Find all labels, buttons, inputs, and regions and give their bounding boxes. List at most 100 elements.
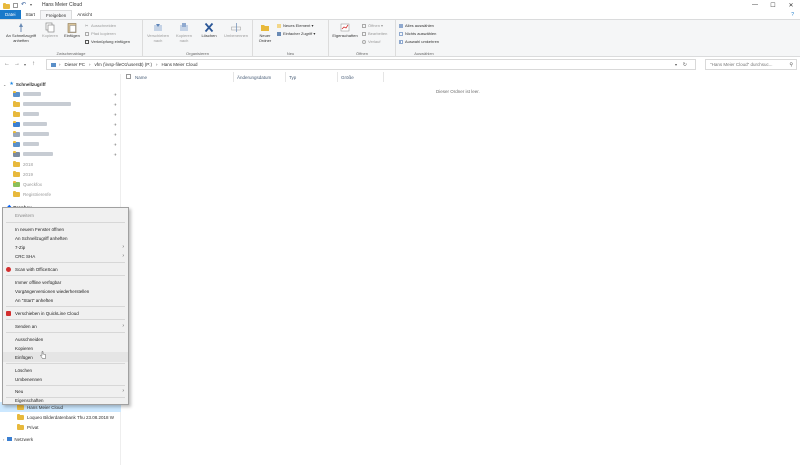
breadcrumb-sep[interactable]: › [156, 62, 158, 67]
paste-shortcut-button[interactable]: Verknüpfung einfügen [85, 39, 130, 44]
select-none-button[interactable]: Nichts auswählen [399, 31, 436, 36]
address-field[interactable]: › Dieser PC › vfm (\\vsp-fileO1\users$) … [46, 59, 696, 70]
pin-icon[interactable]: ✈ [114, 152, 117, 157]
breadcrumb-this-pc[interactable]: Dieser PC [65, 62, 86, 67]
menu-item-label: Scan with OfficeScan [15, 266, 58, 272]
invert-selection-label: Auswahl umkehren [405, 39, 440, 44]
properties-button[interactable]: Eigenschaften [330, 22, 360, 39]
menu-item-label: Vorgängerversionen wiederherstellen [15, 288, 90, 294]
menu-item-send-to[interactable]: Senden an › [3, 321, 128, 331]
forward-arrow-icon[interactable]: → [14, 61, 20, 67]
expand-arrow-icon[interactable]: › [3, 437, 4, 442]
menu-item-paste[interactable]: Einfügen [3, 352, 128, 362]
nav-item[interactable]: ✈ [0, 129, 121, 139]
nav-item[interactable]: 2018 [0, 159, 121, 169]
nav-privat[interactable]: Privat [0, 422, 121, 432]
open-button[interactable]: Öffnen ▾ [362, 23, 383, 28]
move-to-button[interactable]: Verschieben nach [146, 22, 170, 43]
column-header-name[interactable]: Name [132, 72, 234, 82]
tab-file[interactable]: Datei [0, 10, 21, 19]
nav-loqueo[interactable]: Loqueo Bilderdatenbank Thu 23.08.2018 W [0, 412, 121, 422]
nav-item[interactable]: 2019 [0, 169, 121, 179]
menu-item-crc-sha[interactable]: CRC SHA › [3, 251, 128, 261]
copy-path-button[interactable]: Pfad kopieren [85, 31, 116, 36]
minimize-button[interactable]: — [746, 0, 764, 10]
refresh-icon[interactable]: ↻ [683, 62, 687, 68]
recent-dropdown-icon[interactable]: ▾ [24, 62, 26, 67]
column-header-size[interactable]: Größe [338, 72, 384, 82]
maximize-button[interactable]: ☐ [764, 0, 782, 10]
pin-icon[interactable]: ✈ [114, 112, 117, 117]
breadcrumb-sep[interactable]: › [89, 62, 91, 67]
pin-icon[interactable]: ✈ [114, 122, 117, 127]
menu-separator [6, 262, 125, 263]
help-icon[interactable]: ? [791, 12, 794, 18]
new-item-icon [277, 23, 281, 28]
edit-button[interactable]: Bearbeiten [362, 31, 387, 36]
pin-quick-access-button[interactable]: An Schnellzugriff anheften [2, 22, 40, 43]
search-input[interactable]: "Hans Meier Cloud" durchsuc... ⚲ [705, 59, 797, 70]
folder-icon [13, 100, 20, 107]
pin-icon[interactable]: ✈ [114, 142, 117, 147]
back-arrow-icon[interactable]: ← [4, 61, 10, 67]
menu-item-officescan[interactable]: Scan with OfficeScan [3, 264, 128, 274]
nav-network[interactable]: › Netzwerk [0, 434, 121, 444]
tab-view[interactable]: Ansicht [72, 10, 97, 19]
delete-button[interactable]: Löschen [198, 22, 220, 39]
menu-item-move-quickline[interactable]: Verschieben in QuickLine Cloud [3, 308, 128, 318]
menu-item-new[interactable]: Neu › [3, 386, 128, 396]
breadcrumb-drive[interactable]: vfm (\\vsp-fileO1\users$) (P:) [95, 62, 153, 67]
cut-button[interactable]: ✂ Ausschneiden [85, 23, 116, 28]
properties-quick-icon[interactable] [13, 2, 18, 8]
nav-item-label-blurred [23, 102, 71, 106]
menu-item-pin-start[interactable]: An "Start" anheften [3, 295, 128, 305]
pin-icon[interactable]: ✈ [114, 132, 117, 137]
copy-to-button[interactable]: Kopieren nach [173, 22, 195, 43]
menu-item-rename[interactable]: Umbenennen [3, 374, 128, 384]
breadcrumb-current[interactable]: Hans Meier Cloud [162, 62, 198, 67]
up-arrow-icon[interactable]: ↑ [32, 61, 35, 67]
copy-button[interactable]: Kopieren [40, 22, 60, 39]
close-button[interactable]: ✕ [782, 0, 800, 10]
nav-item[interactable]: Registrierenfe [0, 189, 121, 199]
column-header-date[interactable]: Änderungsdatum [234, 72, 286, 82]
undo-icon[interactable]: ↶ [21, 2, 27, 8]
nav-item[interactable]: ✈ [0, 139, 121, 149]
nav-item[interactable]: ✈ [0, 149, 121, 159]
nav-item-label-blurred [23, 132, 49, 136]
rename-button[interactable]: Umbenennen [222, 22, 250, 39]
new-item-button[interactable]: Neues Element ▾ [277, 23, 313, 28]
dropdown-icon[interactable]: ▾ [30, 2, 36, 8]
open-group-label: Öffnen [356, 51, 368, 56]
new-folder-button[interactable]: Neuer Ordner [255, 22, 275, 43]
history-button[interactable]: Verlauf [362, 39, 380, 44]
collapse-arrow-icon[interactable]: ⌄ [3, 82, 6, 87]
open-group: Eigenschaften Öffnen ▾ Bearbeiten Verlau… [329, 20, 396, 57]
easy-access-button[interactable]: Einfacher Zugriff ▾ [277, 31, 315, 36]
window-title: Hans Meier Cloud [42, 2, 83, 8]
nav-item[interactable]: ✈ [0, 119, 121, 129]
tab-home[interactable]: Start [21, 10, 41, 19]
paste-button[interactable]: Einfügen [61, 22, 83, 39]
address-dropdown-icon[interactable]: ▾ [675, 62, 677, 67]
nav-item[interactable]: ✈ [0, 109, 121, 119]
select-all-button[interactable]: Alles auswählen [399, 23, 434, 28]
pin-icon[interactable]: ✈ [114, 102, 117, 107]
new-folder-icon [261, 25, 269, 31]
nav-item[interactable]: ✈ [0, 99, 121, 109]
menu-item-expand[interactable]: Erweitern [3, 210, 128, 220]
file-list: Name Änderungsdatum Typ Größe Dieser Ord… [122, 72, 800, 465]
nav-item[interactable]: ✈ [0, 89, 121, 99]
select-all-label: Alles auswählen [405, 23, 434, 28]
organize-group: Verschieben nach Kopieren nach Löschen U… [143, 20, 253, 57]
star-icon: ★ [9, 81, 14, 87]
nav-quick-access[interactable]: ⌄ ★ Schnellzugriff [0, 79, 121, 89]
pin-icon[interactable]: ✈ [114, 92, 117, 97]
select-all-checkbox[interactable] [126, 74, 131, 79]
nav-item[interactable]: Queckfox [0, 179, 121, 189]
tab-share[interactable]: Freigeben [40, 10, 73, 19]
column-header-type[interactable]: Typ [286, 72, 338, 82]
menu-item-properties[interactable]: Eigenschaften [3, 396, 128, 405]
invert-selection-button[interactable]: Auswahl umkehren [399, 39, 439, 44]
desktop-folder-icon [13, 90, 20, 97]
